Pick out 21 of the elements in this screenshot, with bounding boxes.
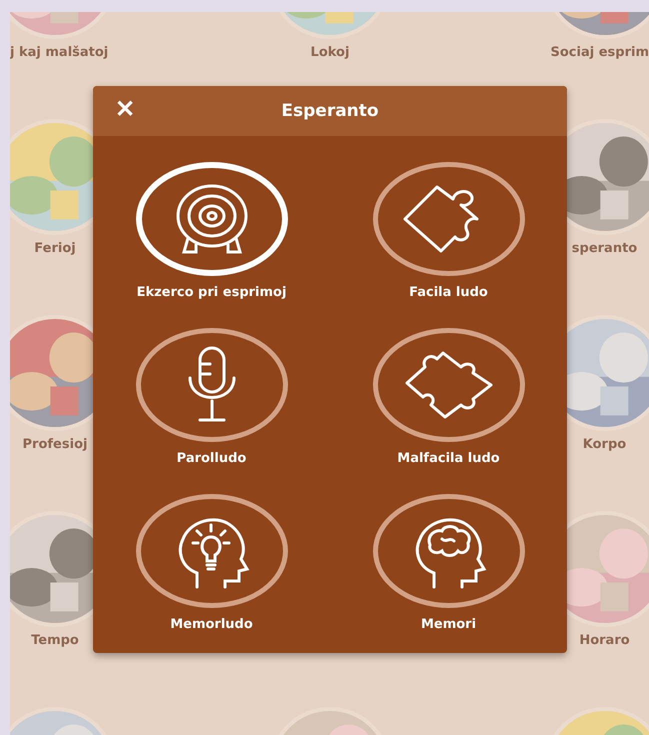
tile-label[interactable]: Ferioj — [34, 241, 76, 256]
game-button[interactable] — [372, 328, 524, 442]
game-label: Parolludo — [176, 451, 246, 466]
dialog-title: Esperanto — [281, 101, 379, 121]
game-label: Malfacila ludo — [397, 451, 500, 466]
tile-label[interactable]: Sociaj esprim — [550, 45, 649, 60]
game-button[interactable] — [136, 494, 288, 608]
game-label: Memori — [420, 617, 476, 632]
tile-label[interactable]: Horaro — [579, 633, 630, 648]
game-label: Memorludo — [170, 617, 253, 632]
game-button[interactable] — [136, 328, 288, 442]
game-label: Ekzerco pri esprimoj — [136, 285, 286, 300]
game-button[interactable] — [372, 494, 524, 608]
tile-label[interactable]: Tempo — [31, 633, 79, 648]
game-button[interactable] — [372, 162, 524, 276]
close-button[interactable]: ✕ — [111, 96, 139, 124]
tile-label[interactable]: speranto — [572, 241, 638, 256]
game-label: Facila ludo — [409, 285, 488, 300]
tile-label[interactable]: Profesioj — [22, 437, 88, 452]
tile-label[interactable]: Korpo — [582, 437, 626, 452]
tile-label[interactable]: Lokoj — [310, 45, 350, 60]
